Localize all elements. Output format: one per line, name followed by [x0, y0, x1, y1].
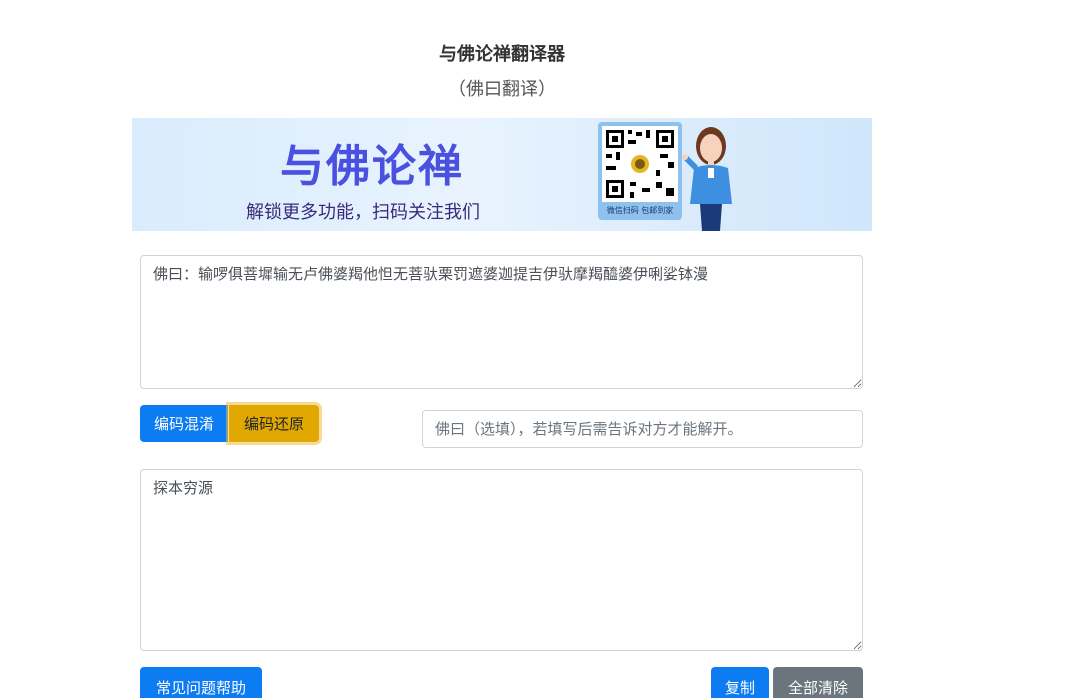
encode-button[interactable]: 编码混淆: [140, 405, 228, 442]
decode-button[interactable]: 编码还原: [229, 405, 319, 442]
qr-code-card: 微信扫码 包邮到家: [598, 122, 682, 220]
banner-tagline: 解锁更多功能，扫码关注我们: [246, 202, 480, 223]
clear-all-button[interactable]: 全部清除: [773, 667, 863, 698]
promo-banner[interactable]: 与佛论禅 解锁更多功能，扫码关注我们 微信扫码 包邮到家: [132, 118, 872, 231]
page-title: 与佛论禅翻译器: [439, 44, 565, 65]
page: 与佛论禅翻译器 （佛曰翻译） 与佛论禅 解锁更多功能，扫码关注我们 微信扫码 包…: [0, 0, 1082, 698]
banner-headline: 与佛论禅: [280, 141, 464, 192]
help-button[interactable]: 常见问题帮助: [140, 667, 262, 698]
copy-button[interactable]: 复制: [711, 667, 769, 698]
qr-caption: 微信扫码 包邮到家: [606, 206, 674, 215]
key-input[interactable]: [422, 410, 863, 448]
source-textarea[interactable]: 佛曰：输啰俱菩墀输无卢佛婆羯他怛无菩驮栗罚遮婆迦提吉伊驮摩羯醯婆伊唎娑钵漫: [140, 255, 863, 389]
page-subtitle: （佛曰翻译）: [448, 79, 556, 100]
mascot-icon: [680, 124, 742, 231]
result-textarea[interactable]: 探本穷源: [140, 469, 863, 651]
qr-code-icon: [602, 126, 678, 202]
